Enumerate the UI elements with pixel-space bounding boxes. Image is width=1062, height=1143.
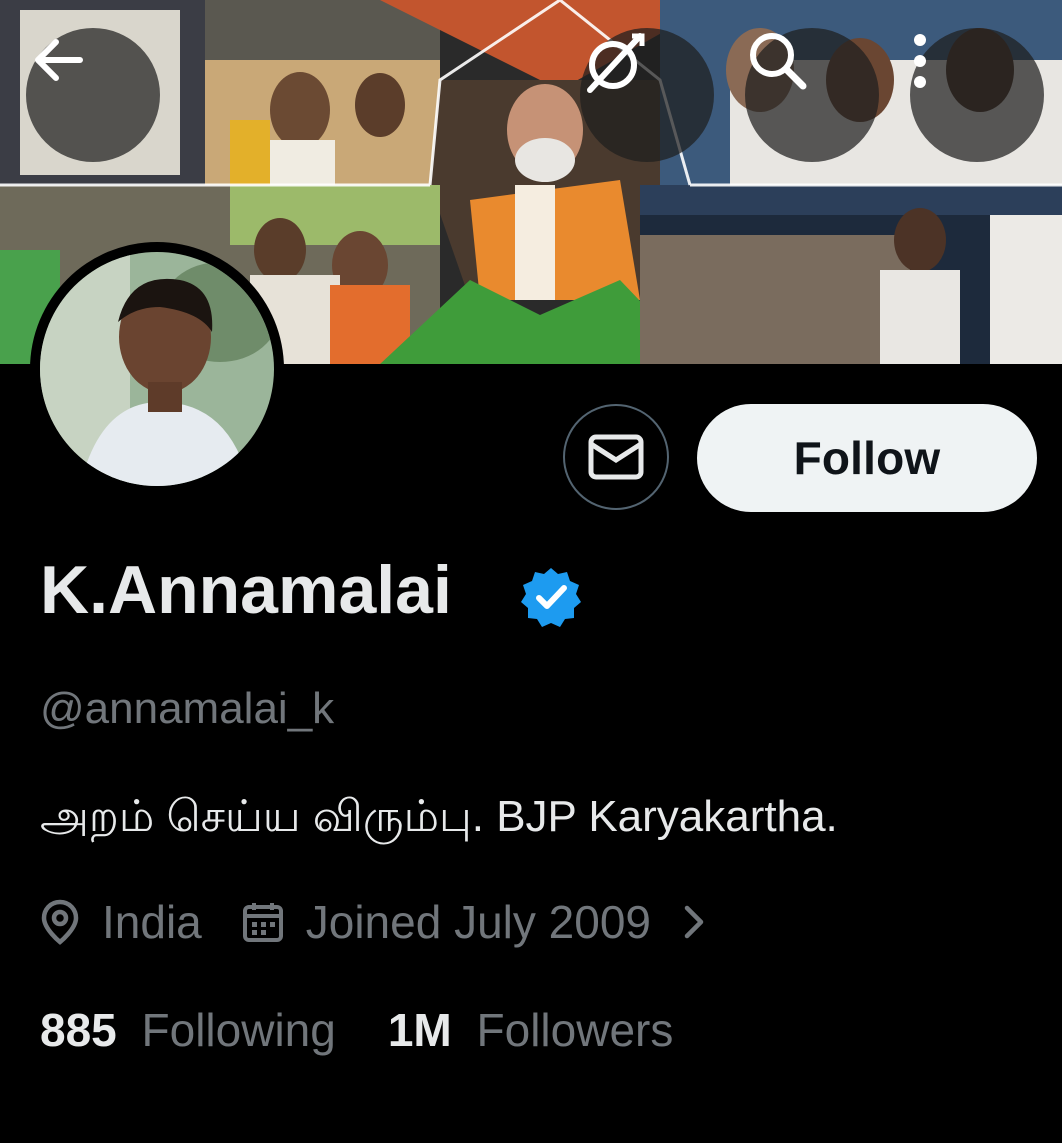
chevron-right-icon [684,905,704,939]
search-icon [750,33,807,90]
profile-meta: India Joined July 2009 [40,895,707,949]
location-item: India [40,895,202,949]
follow-button[interactable]: Follow [697,404,1037,512]
grok-icon [587,33,645,93]
grok-button[interactable] [580,28,714,162]
following-count: 885 [40,1004,117,1056]
envelope-icon [588,434,644,480]
search-button[interactable] [745,28,879,162]
calendar-icon [242,903,283,942]
verified-badge[interactable] [520,566,582,633]
arrow-left-icon [35,39,83,81]
followers-link[interactable]: 1M Followers [388,1003,674,1057]
followers-count: 1M [387,1004,452,1056]
followers-label: Followers [476,1004,674,1056]
joined-item[interactable]: Joined July 2009 [242,895,707,949]
back-button[interactable] [26,28,160,162]
avatar-image [40,252,274,486]
display-name: K.Annamalai [40,552,452,628]
profile-bio: அறம் செய்ய விரும்பு. BJP Karyakartha. [40,792,838,841]
profile-avatar[interactable] [30,242,284,496]
location-pin-icon [41,899,79,945]
following-label: Following [141,1004,336,1056]
message-button[interactable] [563,404,669,510]
location-text: India [102,896,202,948]
follow-stats: 885 Following 1M Followers [40,1003,673,1057]
joined-text: Joined July 2009 [305,896,651,948]
more-vertical-icon [914,34,926,88]
verified-badge-icon [521,568,581,627]
more-options-button[interactable] [910,28,1044,162]
following-link[interactable]: 885 Following [40,1003,336,1057]
user-handle: @annamalai_k [40,684,335,733]
